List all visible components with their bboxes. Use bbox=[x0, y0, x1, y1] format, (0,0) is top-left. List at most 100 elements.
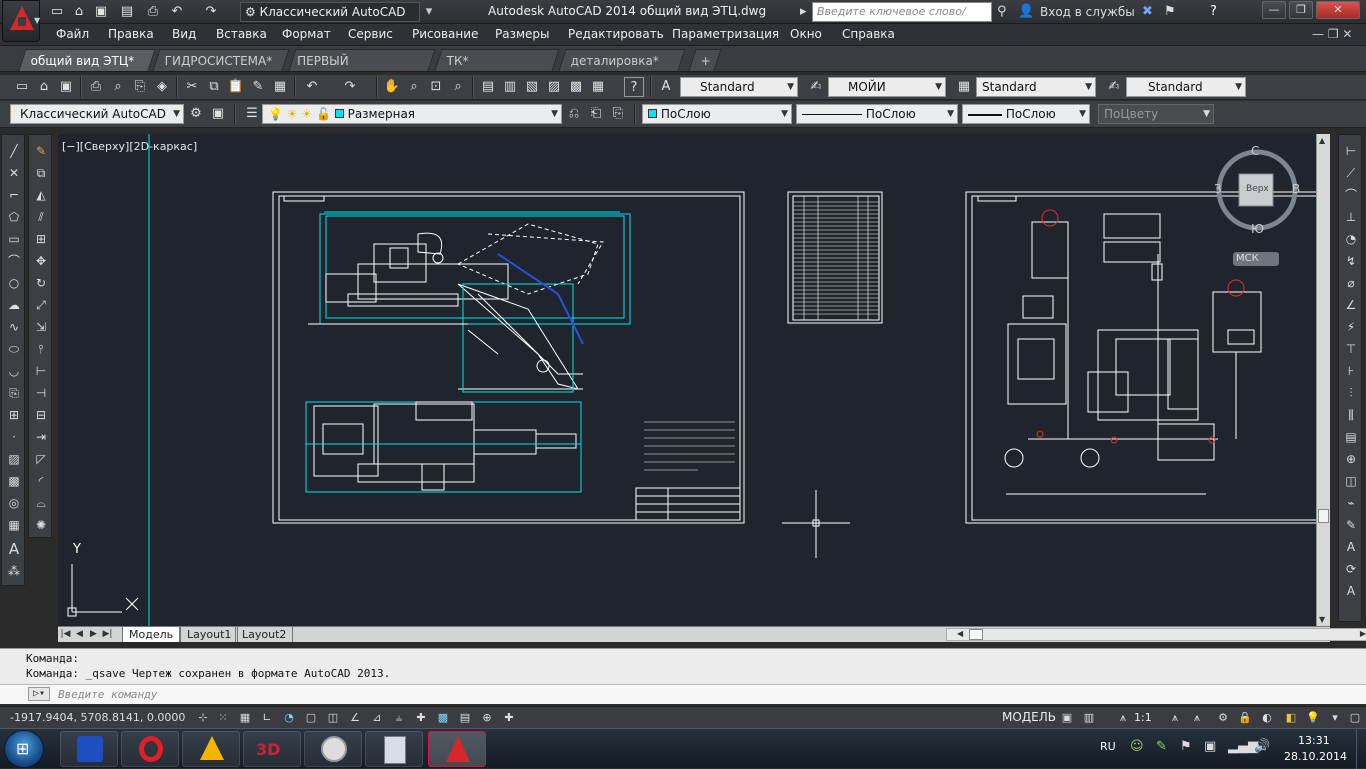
taskbar-autocad[interactable] bbox=[428, 731, 486, 767]
polygon-icon[interactable]: ⬠ bbox=[4, 207, 24, 227]
annotation-monitor-icon[interactable]: ✚ bbox=[500, 709, 518, 727]
chamfer-icon[interactable]: ◸ bbox=[31, 449, 51, 469]
vertical-scrollbar[interactable]: ▲ ▼ bbox=[1316, 134, 1330, 626]
hatch-icon[interactable]: ▨ bbox=[4, 449, 24, 469]
dim-style-icon[interactable]: A bbox=[1341, 581, 1361, 601]
menu-insert[interactable]: Вставка bbox=[216, 27, 267, 41]
viewcube-face-label[interactable]: Верх bbox=[1246, 184, 1269, 194]
viewcube-north[interactable]: С bbox=[1251, 144, 1259, 158]
annotation-visibility-icon[interactable]: ⩚ bbox=[1166, 709, 1184, 727]
diameter-icon[interactable]: ⌀ bbox=[1341, 273, 1361, 293]
dim-space-icon[interactable]: ⫶ bbox=[1341, 383, 1361, 403]
blend-icon[interactable]: ⌓ bbox=[31, 493, 51, 513]
undo-icon[interactable]: ↶ bbox=[302, 77, 322, 97]
scroll-thumb[interactable] bbox=[1318, 509, 1329, 523]
scroll-left-icon[interactable]: ◀ bbox=[957, 629, 963, 638]
sheet-set-icon[interactable]: ▨ bbox=[544, 77, 564, 97]
angular-icon[interactable]: ∠ bbox=[1341, 295, 1361, 315]
annotation-scale-icon[interactable]: ⩚ bbox=[1114, 709, 1132, 727]
polar-icon[interactable]: ◔ bbox=[280, 709, 298, 727]
aligned-dim-icon[interactable]: ⟋ bbox=[1341, 163, 1361, 183]
menu-view[interactable]: Вид bbox=[172, 27, 196, 41]
join-icon[interactable]: ⇥ bbox=[31, 427, 51, 447]
construction-line-icon[interactable]: ✕ bbox=[4, 163, 24, 183]
save-icon[interactable]: ▣ bbox=[92, 3, 110, 21]
explode-icon[interactable]: ✺ bbox=[31, 515, 51, 535]
search-icon[interactable]: ⚲ bbox=[997, 3, 1007, 21]
tool-palettes-icon[interactable]: ▧ bbox=[522, 77, 542, 97]
linear-dim-icon[interactable]: ⊢ bbox=[1341, 141, 1361, 161]
hardware-acceleration-icon[interactable]: ◐ bbox=[1258, 709, 1276, 727]
tab-layout1[interactable]: Layout1 bbox=[180, 627, 239, 642]
search-input[interactable]: Введите ключевое слово/фразу bbox=[812, 2, 992, 36]
auto-scale-icon[interactable]: ⩚ bbox=[1188, 709, 1206, 727]
menu-file[interactable]: Файл bbox=[56, 27, 89, 41]
tray-device-icon[interactable]: ▣ bbox=[1204, 739, 1216, 754]
dim-edit-icon[interactable]: ✎ bbox=[1341, 515, 1361, 535]
application-menu-button[interactable]: ▼ bbox=[2, 0, 40, 42]
workspace-settings-icon[interactable]: ▣ bbox=[208, 104, 228, 124]
rectangle-icon[interactable]: ▭ bbox=[4, 229, 24, 249]
arc-length-icon[interactable]: ⌒ bbox=[1341, 185, 1361, 205]
mleader-style-icon[interactable]: ✍ bbox=[1104, 77, 1124, 97]
fillet-icon[interactable]: ◜ bbox=[31, 471, 51, 491]
lock-icon[interactable]: 🔒 bbox=[1236, 709, 1254, 727]
color-select[interactable]: ПоСлою ▼ bbox=[642, 104, 792, 124]
grid-icon[interactable]: ▦ bbox=[236, 709, 254, 727]
lineweight-select[interactable]: ПоСлою ▼ bbox=[962, 104, 1090, 124]
make-current-icon[interactable]: ⎌ bbox=[564, 104, 584, 124]
quickcalc-icon[interactable]: ▦ bbox=[588, 77, 608, 97]
help-icon[interactable]: ? bbox=[1210, 3, 1217, 21]
open-file-icon[interactable]: ⌂ bbox=[70, 3, 88, 21]
copy-object-icon[interactable]: ⧉ bbox=[31, 163, 51, 183]
chevron-down-icon[interactable]: ▾ bbox=[420, 3, 438, 21]
save-icon[interactable]: ▣ bbox=[56, 77, 76, 97]
isolate-objects-icon[interactable]: ◧ bbox=[1282, 709, 1300, 727]
dim-update-icon[interactable]: ⟳ bbox=[1341, 559, 1361, 579]
point-icon[interactable]: · bbox=[4, 427, 24, 447]
print-icon[interactable]: ⎙ bbox=[144, 3, 162, 21]
clock-date[interactable]: 28.10.2014 bbox=[1284, 750, 1347, 763]
region-icon[interactable]: ◎ bbox=[4, 493, 24, 513]
zoom-realtime-icon[interactable]: ⌕ bbox=[404, 77, 424, 97]
tab-doc-5[interactable]: деталировка* bbox=[558, 49, 686, 71]
tolerance-icon[interactable]: ▤ bbox=[1341, 427, 1361, 447]
publish-icon[interactable]: ⎘ bbox=[130, 77, 150, 97]
chevron-right-icon[interactable]: ▸ bbox=[800, 3, 807, 21]
tab-doc-4[interactable]: ТК* bbox=[434, 49, 560, 71]
plot-icon[interactable]: ⎙ bbox=[86, 77, 106, 97]
transparency-icon[interactable]: ▩ bbox=[434, 709, 452, 727]
viewcube-east[interactable]: В bbox=[1292, 182, 1300, 196]
layer-state-icon[interactable]: ⎘ bbox=[608, 104, 628, 124]
menu-dimension[interactable]: Размеры bbox=[495, 27, 550, 41]
fullscreen-icon[interactable]: ▢ bbox=[1346, 709, 1364, 727]
menu-window[interactable]: Окно bbox=[790, 27, 822, 41]
dim-text-edit-icon[interactable]: A bbox=[1341, 537, 1361, 557]
maximize-button[interactable]: ❐ bbox=[1289, 1, 1313, 19]
spline-icon[interactable]: ∿ bbox=[4, 317, 24, 337]
paste-icon[interactable]: 📋 bbox=[226, 77, 246, 97]
menu-tools[interactable]: Сервис bbox=[348, 27, 393, 41]
add-selected-icon[interactable]: ⁂ bbox=[4, 561, 24, 581]
radius-icon[interactable]: ◔ bbox=[1341, 229, 1361, 249]
taskbar-app-5[interactable] bbox=[304, 731, 362, 767]
ordinate-icon[interactable]: ⊥ bbox=[1341, 207, 1361, 227]
layer-properties-icon[interactable]: ☰ bbox=[242, 104, 262, 124]
inspection-icon[interactable]: ◫ bbox=[1341, 471, 1361, 491]
lightbulb-icon[interactable]: 💡 bbox=[1304, 709, 1322, 727]
menu-draw[interactable]: Рисование bbox=[412, 27, 478, 41]
save-as-icon[interactable]: ▤ bbox=[118, 3, 136, 21]
stay-connected-icon[interactable]: ⚑ bbox=[1164, 3, 1176, 21]
match-properties-icon[interactable]: ✎ bbox=[248, 77, 268, 97]
mirror-icon[interactable]: ◭ bbox=[31, 185, 51, 205]
taskbar-calculator[interactable] bbox=[365, 731, 423, 767]
layer-previous-icon[interactable]: ⎗ bbox=[586, 104, 606, 124]
doc-window-controls[interactable]: — ❐ ✕ bbox=[1312, 27, 1352, 41]
tab-layout2[interactable]: Layout2 bbox=[235, 627, 294, 642]
cut-icon[interactable]: ✂ bbox=[182, 77, 202, 97]
redo-icon[interactable]: ↷ bbox=[202, 3, 220, 21]
viewcube-west[interactable]: З bbox=[1214, 182, 1222, 196]
markup-icon[interactable]: ▩ bbox=[566, 77, 586, 97]
3d-print-icon[interactable]: ◈ bbox=[152, 77, 172, 97]
tab-doc-3[interactable]: ПЕРВЫЙ чертёж66* bbox=[288, 49, 436, 90]
